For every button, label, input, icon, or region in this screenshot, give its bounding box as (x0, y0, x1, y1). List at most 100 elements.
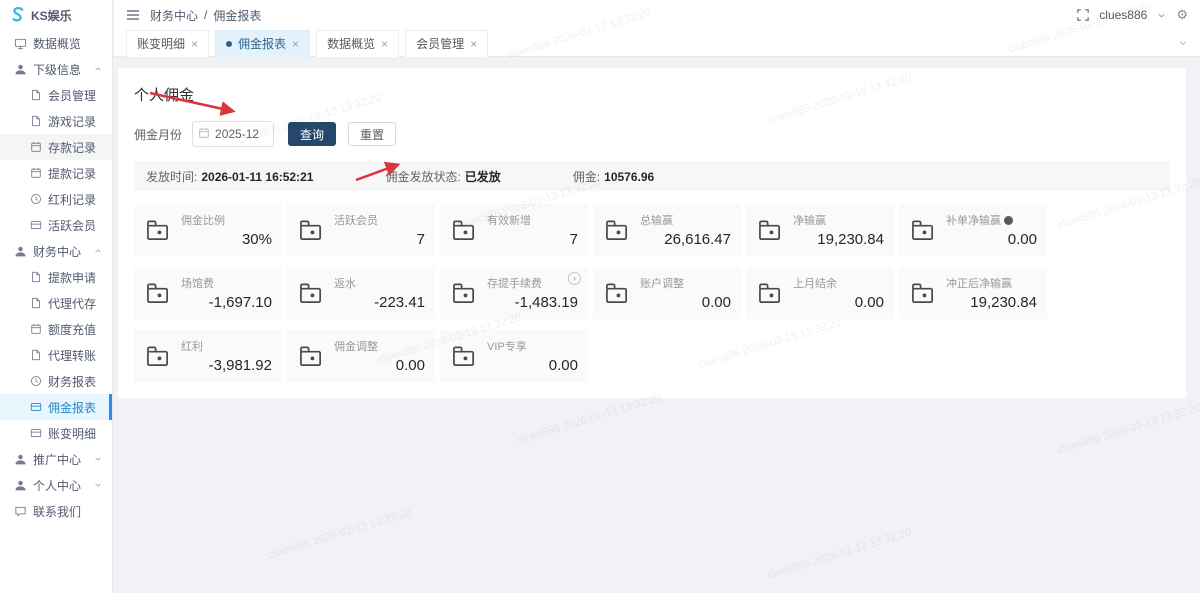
sidebar-item-finance-report[interactable]: 财务报表 (0, 368, 112, 394)
card-icon (30, 427, 42, 439)
stat-card-net-winloss: 净输赢19,230.84 (746, 204, 894, 256)
sidebar-item-quota-topup[interactable]: 额度充值 (0, 316, 112, 342)
menu-collapse-icon[interactable] (126, 9, 140, 21)
sidebar-item-label: 账变明细 (48, 425, 96, 442)
commission-total: 佣金:10576.96 (573, 168, 654, 185)
stat-label: 存提手续费 (487, 275, 578, 291)
stat-card-grid: 佣金比例30% 活跃会员7 有效新增7 总输赢26,616.47 净输赢19,2… (134, 204, 1170, 382)
sidebar-item-label: 推广中心 (33, 451, 81, 468)
sidebar-item-bonus-records[interactable]: 红利记录 (0, 186, 112, 212)
calendar-icon (198, 127, 210, 139)
sidebar-item-finance-center[interactable]: 财务中心 (0, 238, 112, 264)
breadcrumb-item: 佣金报表 (213, 7, 261, 24)
wallet-icon (757, 281, 784, 306)
page-title: 个人佣金 (134, 84, 1170, 105)
month-filter-label: 佣金月份 (134, 126, 182, 143)
close-icon[interactable]: × (292, 38, 299, 50)
stat-card-rebate: 返水-223.41 (287, 267, 435, 319)
wallet-icon (757, 218, 784, 243)
fullscreen-icon[interactable] (1077, 9, 1089, 21)
brand-logo[interactable]: KS娱乐 (0, 0, 112, 30)
chevron-up-icon (94, 247, 102, 255)
sidebar-item-withdrawal-request[interactable]: 提款申请 (0, 264, 112, 290)
file-icon (30, 297, 42, 309)
chat-icon (14, 505, 27, 518)
close-icon[interactable]: × (470, 38, 477, 50)
sidebar-item-deposit-records[interactable]: 存款记录 (0, 134, 112, 160)
tab-label: 数据概览 (327, 35, 375, 52)
commission-panel: 个人佣金 佣金月份 查询 重置 发放时间:2026-01-11 16:52:21… (118, 68, 1186, 398)
stat-label: 总输赢 (640, 212, 731, 228)
sidebar-item-active-members[interactable]: 活跃会员 (0, 212, 112, 238)
brand-logo-icon (8, 6, 26, 24)
clock-icon (30, 193, 42, 205)
stat-label: 佣金调整 (334, 338, 425, 354)
stat-label: 红利 (181, 338, 272, 354)
expand-detail-icon[interactable]: › (568, 272, 581, 285)
stat-card-last-month-balance: 上月结余0.00 (746, 267, 894, 319)
tab-commission-report[interactable]: 佣金报表 × (215, 30, 310, 57)
sidebar-item-game-records[interactable]: 游戏记录 (0, 108, 112, 134)
reset-button[interactable]: 重置 (348, 122, 396, 146)
sidebar-item-agent-transfer[interactable]: 代理转账 (0, 342, 112, 368)
stat-value: -3,981.92 (181, 357, 272, 374)
wallet-icon (451, 281, 478, 306)
sidebar-item-data-overview[interactable]: 数据概览 (0, 30, 112, 56)
stat-label: 账户调整 (640, 275, 731, 291)
sidebar-item-commission-report[interactable]: 佣金报表 (0, 394, 112, 420)
gear-icon[interactable]: ⚙ (1176, 7, 1188, 23)
sidebar-item-label: 存款记录 (48, 139, 96, 156)
tab-account-changes[interactable]: 账变明细 × (126, 30, 209, 57)
sidebar: KS娱乐 数据概览 下级信息 会员管理 游戏记录 存款记录 提款记录 红利记录 … (0, 0, 113, 593)
tab-options-chevron-icon[interactable] (1178, 38, 1188, 48)
stat-value: -223.41 (334, 294, 425, 311)
commission-value: 10576.96 (604, 170, 654, 184)
brand-name: KS娱乐 (31, 7, 72, 24)
status-badge: 已发放 (465, 170, 501, 184)
query-button[interactable]: 查询 (288, 122, 336, 146)
stat-label: 冲正后净输赢 (946, 275, 1037, 291)
calendar-icon (30, 167, 42, 179)
clock-icon (30, 375, 42, 387)
info-icon[interactable] (1004, 216, 1013, 225)
stat-card-commission-adjustment: 佣金调整0.00 (287, 330, 435, 382)
close-icon[interactable]: × (191, 38, 198, 50)
month-picker[interactable] (192, 121, 274, 147)
sidebar-item-label: 提款记录 (48, 165, 96, 182)
username[interactable]: clues886 (1099, 8, 1147, 22)
sidebar-item-label: 代理代存 (48, 295, 96, 312)
stat-label: VIP专享 (487, 338, 578, 354)
stat-value: -1,697.10 (181, 294, 272, 311)
sidebar-item-label: 财务报表 (48, 373, 96, 390)
status-bar: 发放时间:2026-01-11 16:52:21 佣金发放状态:已发放 佣金:1… (134, 161, 1170, 191)
stat-label: 有效新增 (487, 212, 578, 228)
breadcrumb-item[interactable]: 财务中心 (150, 7, 198, 24)
wallet-icon (451, 218, 478, 243)
sidebar-item-subordinate-info[interactable]: 下级信息 (0, 56, 112, 82)
card-icon (30, 219, 42, 231)
file-icon (30, 271, 42, 283)
sidebar-item-contact-us[interactable]: 联系我们 (0, 498, 112, 524)
stat-card-commission-rate: 佣金比例30% (134, 204, 282, 256)
chevron-down-icon[interactable] (1157, 11, 1166, 20)
sidebar-item-label: 个人中心 (33, 477, 81, 494)
close-icon[interactable]: × (381, 38, 388, 50)
sidebar-item-member-management[interactable]: 会员管理 (0, 82, 112, 108)
sidebar-item-account-changes[interactable]: 账变明细 (0, 420, 112, 446)
tab-data-overview[interactable]: 数据概览 × (316, 30, 399, 57)
wallet-icon (910, 218, 937, 243)
chevron-up-icon (94, 65, 102, 73)
monitor-icon (14, 37, 27, 50)
wallet-icon (145, 281, 172, 306)
sidebar-item-personal-center[interactable]: 个人中心 (0, 472, 112, 498)
sidebar-item-withdrawal-records[interactable]: 提款记录 (0, 160, 112, 186)
user-icon (14, 63, 27, 76)
stat-label: 补单净输赢 (946, 212, 1001, 228)
tab-member-management[interactable]: 会员管理 × (405, 30, 488, 57)
sidebar-item-label: 联系我们 (33, 503, 81, 520)
sidebar-item-agent-deposit[interactable]: 代理代存 (0, 290, 112, 316)
stat-card-corrected-net-winloss: 冲正后净输赢19,230.84 (899, 267, 1047, 319)
sidebar-item-promotion-center[interactable]: 推广中心 (0, 446, 112, 472)
wallet-icon (298, 344, 325, 369)
sidebar-item-label: 游戏记录 (48, 113, 96, 130)
